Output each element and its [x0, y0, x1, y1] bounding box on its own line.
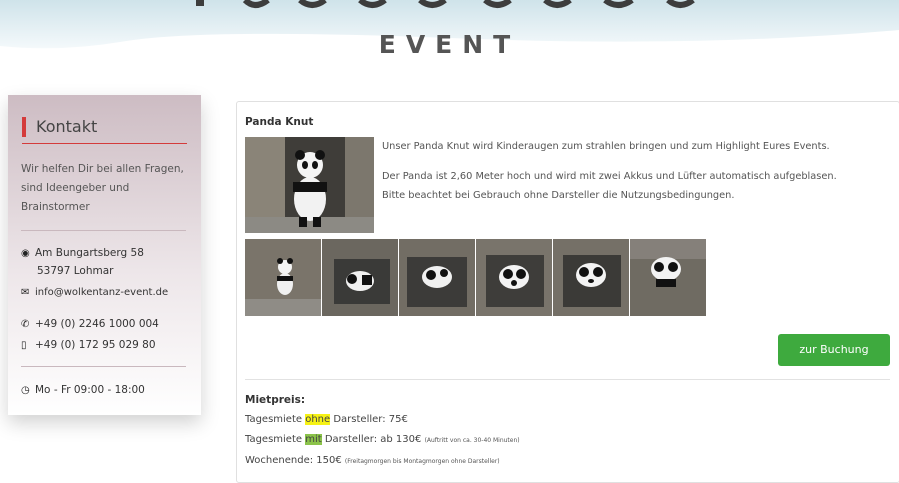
gallery-thumbnail[interactable]: [630, 239, 706, 316]
phone-row[interactable]: ✆ +49 (0) 2246 1000 004: [21, 316, 159, 333]
product-description-1: Unser Panda Knut wird Kinderaugen zum st…: [382, 141, 830, 152]
price-label: Tagesmiete: [245, 434, 306, 445]
contact-sidebar: Kontakt Wir helfen Dir bei allen Fragen,…: [8, 95, 201, 415]
gallery-thumbnail[interactable]: [245, 239, 321, 316]
mobile-link[interactable]: +49 (0) 172 95 029 80: [35, 339, 156, 351]
sidebar-title: Kontakt: [22, 117, 97, 137]
address-line2: 53797 Lohmar: [37, 265, 114, 277]
phone-icon: ✆: [21, 319, 30, 330]
product-description-3: Bitte beachtet bei Gebrauch ohne Darstel…: [382, 190, 735, 201]
sidebar-title-underline: [22, 143, 187, 144]
gallery-thumbnail[interactable]: [553, 239, 629, 316]
gallery-thumbnail[interactable]: [399, 239, 475, 316]
address-line1: Am Bungartsberg 58: [35, 247, 144, 259]
hours-row: ◷ Mo - Fr 09:00 - 18:00: [21, 382, 145, 399]
map-marker-icon: ◉: [21, 248, 30, 259]
price-note: (Freitagmorgen bis Montagmorgen ohne Dar…: [344, 458, 500, 465]
sidebar-divider: [21, 230, 186, 231]
mobile-row[interactable]: ▯ +49 (0) 172 95 029 80: [21, 337, 156, 354]
phone-link[interactable]: +49 (0) 2246 1000 004: [35, 318, 159, 330]
price-value: Darsteller: 75€: [330, 414, 408, 425]
site-header: EVENT: [0, 0, 899, 70]
address-row: ◉ Am Bungartsberg 58: [21, 245, 144, 262]
product-card: Panda Knut Unser Panda Knut wird Kindera…: [236, 101, 899, 483]
envelope-icon: ✉: [21, 287, 30, 298]
email-row[interactable]: ✉ info@wolkentanz-event.de: [21, 284, 168, 301]
logo-event-word: EVENT: [378, 30, 521, 59]
price-line-without-actor: Tagesmiete ohne Darsteller: 75€: [245, 414, 408, 425]
clock-icon: ◷: [21, 385, 30, 396]
price-note: (Auftritt von ca. 30-40 Minuten): [424, 437, 520, 444]
price-label: Tagesmiete: [245, 414, 306, 425]
email-link[interactable]: info@wolkentanz-event.de: [35, 287, 168, 298]
section-divider: [245, 379, 890, 380]
highlight-mit: mit: [305, 434, 322, 445]
sidebar-divider: [21, 366, 186, 367]
gallery-thumbnail[interactable]: [476, 239, 552, 316]
sidebar-intro: Wir helfen Dir bei allen Fragen, sind Id…: [21, 163, 184, 213]
product-title: Panda Knut: [245, 116, 314, 128]
gallery-thumbnail[interactable]: [322, 239, 398, 316]
panda-main-image[interactable]: [245, 137, 374, 233]
mobile-icon: ▯: [21, 340, 27, 351]
price-value: Darsteller: ab 130€: [321, 434, 425, 445]
price-line-weekend: Wochenende: 150€ (Freitagmorgen bis Mont…: [245, 455, 500, 466]
booking-button[interactable]: zur Buchung: [778, 334, 890, 366]
price-line-with-actor: Tagesmiete mit Darsteller: ab 130€ (Auft…: [245, 434, 520, 445]
product-description-2: Der Panda ist 2,60 Meter hoch und wird m…: [382, 171, 837, 182]
pricing-title: Mietpreis:: [245, 394, 306, 406]
price-value: Wochenende: 150€: [245, 455, 345, 466]
highlight-ohne: ohne: [305, 414, 331, 425]
opening-hours: Mo - Fr 09:00 - 18:00: [35, 384, 145, 396]
